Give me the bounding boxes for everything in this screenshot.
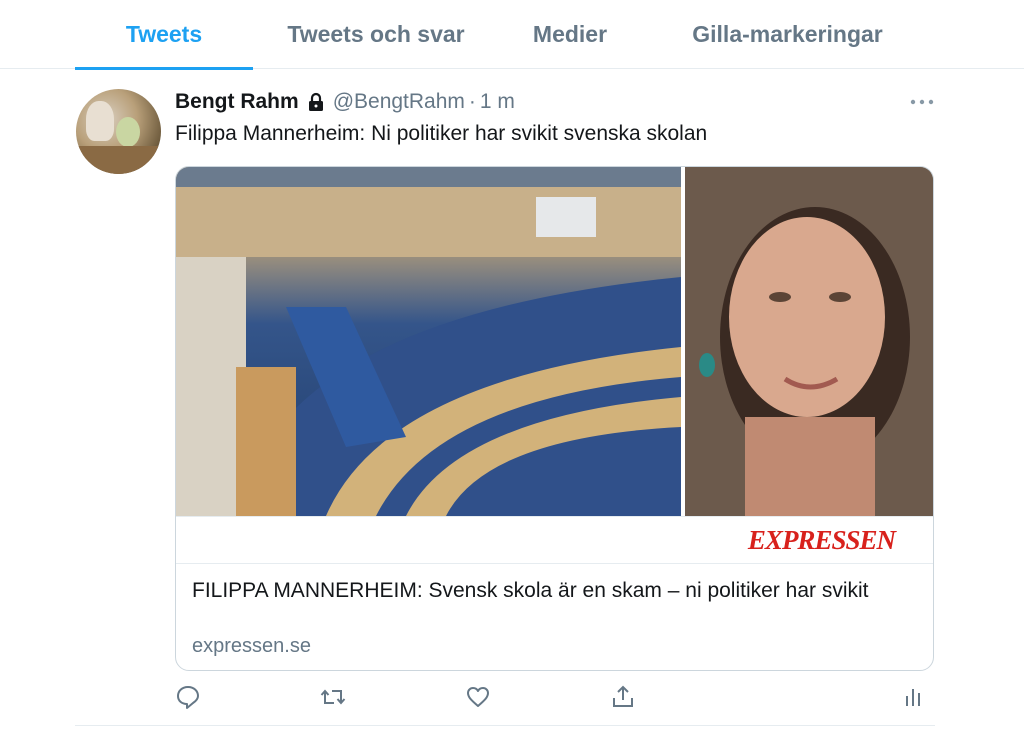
share-icon[interactable] [610, 684, 636, 710]
publisher-logo-bar: EXPRESSEN [176, 516, 933, 564]
separator-dot: · [468, 90, 476, 113]
author-handle[interactable]: @BengtRahm [333, 90, 465, 114]
tweet-timestamp[interactable]: 1 m [480, 90, 515, 114]
tab-tweets[interactable]: Tweets [75, 0, 253, 70]
like-icon[interactable] [465, 684, 491, 710]
portrait-photo [685, 167, 933, 516]
tab-tweets-label: Tweets [125, 21, 203, 47]
reply-icon[interactable] [175, 684, 201, 710]
author-name[interactable]: Bengt Rahm [175, 90, 299, 114]
tab-media[interactable]: Medier [520, 0, 620, 69]
card-domain: expressen.se [192, 635, 311, 657]
tab-likes-label: Gilla-markeringar [692, 21, 883, 47]
parliament-photo [176, 167, 681, 516]
tab-tweets-and-replies[interactable]: Tweets och svar [276, 0, 476, 69]
avatar-figure [86, 101, 114, 141]
avatar-child [116, 117, 140, 147]
tweet-header: Bengt Rahm @BengtRahm · 1 m [175, 88, 515, 116]
retweet-icon[interactable] [320, 684, 346, 710]
analytics-icon[interactable] [900, 684, 926, 710]
profile-tabs: Tweets Tweets och svar Medier Gilla-mark… [0, 0, 1024, 70]
tab-tweets-and-replies-label: Tweets och svar [287, 21, 465, 47]
card-title: FILIPPA MANNERHEIM: Svensk skola är en s… [192, 579, 869, 602]
tweet-text: Filippa Mannerheim: Ni politiker har svi… [175, 122, 708, 145]
lock-icon [305, 91, 327, 113]
expressen-logo: EXPRESSEN [747, 525, 896, 555]
tab-likes[interactable]: Gilla-markeringar [680, 0, 895, 69]
avatar-table [76, 146, 161, 174]
more-icon[interactable] [909, 92, 935, 112]
link-card[interactable]: EXPRESSEN FILIPPA MANNERHEIM: Svensk sko… [175, 166, 934, 671]
tweet-actions [175, 684, 935, 714]
avatar[interactable] [76, 89, 161, 174]
tab-media-label: Medier [532, 21, 608, 47]
tweet[interactable]: Bengt Rahm @BengtRahm · 1 m Filippa Mann… [75, 70, 935, 726]
